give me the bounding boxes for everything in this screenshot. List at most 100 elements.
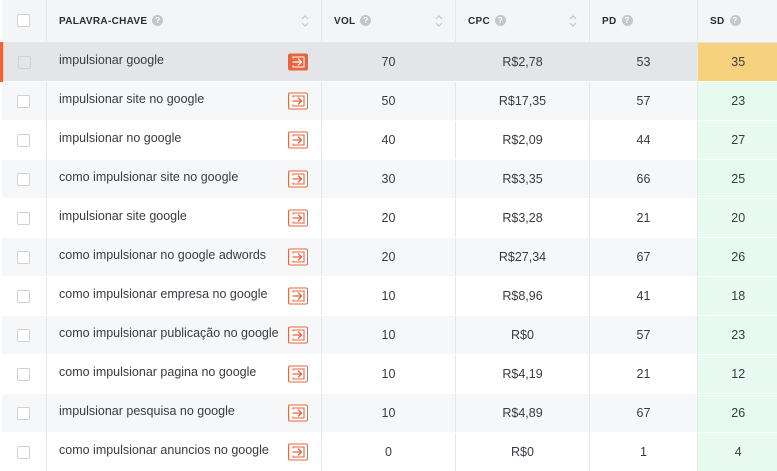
arrow-into-box-icon[interactable] — [288, 209, 308, 226]
vol-cell: 20 — [321, 237, 456, 277]
sd-cell: 18 — [697, 276, 777, 316]
help-icon[interactable]: ? — [152, 14, 164, 26]
arrow-into-box-icon[interactable] — [288, 170, 308, 187]
arrow-into-box-icon[interactable] — [288, 287, 308, 304]
select-all-checkbox[interactable] — [17, 14, 31, 28]
keyword-cell[interactable]: como impulsionar no google adwords — [46, 237, 322, 277]
keyword-text: como impulsionar pagina no google — [59, 365, 257, 379]
help-icon[interactable]: ? — [495, 14, 507, 26]
table-row[interactable]: como impulsionar site no google 30 R$3,3… — [1, 159, 777, 199]
help-icon[interactable]: ? — [729, 14, 741, 26]
arrow-into-box-icon[interactable] — [288, 443, 308, 460]
arrow-into-box-icon[interactable] — [288, 326, 308, 343]
vol-cell: 10 — [321, 354, 456, 394]
column-header-keyword-label: PALAVRA-CHAVE — [59, 15, 148, 27]
column-header-pd[interactable]: PD? — [589, 0, 698, 42]
keyword-cell[interactable]: impulsionar no google — [46, 120, 322, 160]
table-row[interactable]: impulsionar site no google 50 R$17,35 57… — [1, 81, 777, 121]
row-checkbox[interactable] — [17, 445, 31, 459]
cpc-cell: R$3,35 — [455, 159, 590, 199]
table-header: PALAVRA-CHAVE? VOL? CPC? PD? SD ? — [1, 0, 777, 42]
cpc-cell: R$4,89 — [455, 393, 590, 433]
row-checkbox[interactable] — [17, 94, 31, 108]
table-row[interactable]: impulsionar google 70 R$2,78 53 35 — [0, 42, 777, 82]
cpc-cell: R$2,78 — [455, 42, 590, 82]
row-checkbox-cell — [1, 276, 47, 316]
pd-cell: 1 — [589, 432, 698, 471]
pd-cell: 67 — [589, 393, 698, 433]
help-icon[interactable]: ? — [360, 14, 372, 26]
column-header-cpc[interactable]: CPC? — [455, 0, 590, 42]
column-header-vol-label: VOL — [334, 15, 356, 27]
row-checkbox[interactable] — [17, 133, 31, 147]
table-row[interactable]: como impulsionar empresa no google 10 R$… — [1, 276, 777, 316]
row-checkbox[interactable] — [17, 328, 31, 342]
table-row[interactable]: como impulsionar publicação no google 10… — [1, 315, 777, 355]
pd-cell: 44 — [589, 120, 698, 160]
row-checkbox-cell — [1, 432, 47, 471]
vol-cell: 10 — [321, 315, 456, 355]
help-icon[interactable]: ? — [621, 14, 633, 26]
row-checkbox-cell — [1, 315, 47, 355]
keyword-cell[interactable]: como impulsionar publicação no google — [46, 315, 322, 355]
select-all-cell — [1, 0, 47, 42]
row-checkbox[interactable] — [17, 406, 31, 420]
pd-cell: 53 — [589, 42, 698, 82]
table-row[interactable]: impulsionar pesquisa no google 10 R$4,89… — [1, 393, 777, 433]
row-checkbox[interactable] — [17, 250, 31, 264]
arrow-into-box-icon[interactable] — [288, 92, 308, 109]
column-header-keyword[interactable]: PALAVRA-CHAVE? — [46, 0, 322, 42]
sd-cell: 25 — [697, 159, 777, 199]
table-row[interactable]: como impulsionar no google adwords 20 R$… — [1, 237, 777, 277]
arrow-into-box-icon[interactable] — [288, 365, 308, 382]
arrow-into-box-icon[interactable] — [288, 131, 308, 148]
keyword-cell[interactable]: como impulsionar pagina no google — [46, 354, 322, 394]
row-checkbox-cell — [1, 81, 47, 121]
keyword-cell[interactable]: impulsionar site google — [46, 198, 322, 238]
vol-cell: 70 — [321, 42, 456, 82]
cpc-cell: R$4,19 — [455, 354, 590, 394]
keyword-cell[interactable]: impulsionar google — [46, 42, 322, 82]
row-checkbox[interactable] — [17, 172, 31, 186]
table-row[interactable]: como impulsionar pagina no google 10 R$4… — [1, 354, 777, 394]
keyword-text: impulsionar google — [59, 53, 164, 67]
sort-arrows-icon[interactable] — [569, 14, 577, 28]
table-row[interactable]: como impulsionar anuncios no google 0 R$… — [1, 432, 777, 471]
sort-arrows-icon[interactable] — [301, 14, 309, 28]
row-checkbox[interactable] — [17, 211, 31, 225]
keyword-cell[interactable]: como impulsionar empresa no google — [46, 276, 322, 316]
arrow-into-box-icon[interactable] — [288, 53, 308, 70]
keyword-cell[interactable]: como impulsionar anuncios no google — [46, 432, 322, 471]
arrow-into-box-icon[interactable] — [288, 404, 308, 421]
sort-arrows-icon[interactable] — [435, 14, 443, 28]
pd-cell: 66 — [589, 159, 698, 199]
arrow-into-box-icon[interactable] — [288, 248, 308, 265]
row-checkbox-cell — [1, 393, 47, 433]
cpc-cell: R$8,96 — [455, 276, 590, 316]
keyword-text: impulsionar no google — [59, 131, 182, 145]
row-checkbox-cell — [1, 159, 47, 199]
keyword-text: como impulsionar publicação no google — [59, 326, 279, 340]
cpc-cell: R$3,28 — [455, 198, 590, 238]
keyword-text: como impulsionar anuncios no google — [59, 443, 269, 457]
sd-cell: 20 — [697, 198, 777, 238]
column-header-sd[interactable]: SD? — [697, 0, 777, 42]
pd-cell: 57 — [589, 81, 698, 121]
keyword-cell[interactable]: impulsionar site no google — [46, 81, 322, 121]
keyword-cell[interactable]: como impulsionar site no google — [46, 159, 322, 199]
column-header-vol[interactable]: VOL? — [321, 0, 456, 42]
table-row[interactable]: impulsionar no google 40 R$2,09 44 27 — [1, 120, 777, 160]
vol-cell: 30 — [321, 159, 456, 199]
keyword-text: impulsionar site no google — [59, 92, 205, 106]
row-checkbox[interactable] — [18, 55, 31, 69]
row-checkbox-cell — [1, 237, 47, 277]
row-checkbox[interactable] — [17, 367, 31, 381]
sd-cell: 35 — [697, 42, 777, 82]
keyword-cell[interactable]: impulsionar pesquisa no google — [46, 393, 322, 433]
row-checkbox-cell — [0, 42, 47, 82]
row-checkbox[interactable] — [17, 289, 31, 303]
sd-cell: 26 — [697, 237, 777, 277]
column-header-pd-label: PD — [602, 15, 617, 27]
pd-cell: 57 — [589, 315, 698, 355]
table-row[interactable]: impulsionar site google 20 R$3,28 21 20 — [1, 198, 777, 238]
